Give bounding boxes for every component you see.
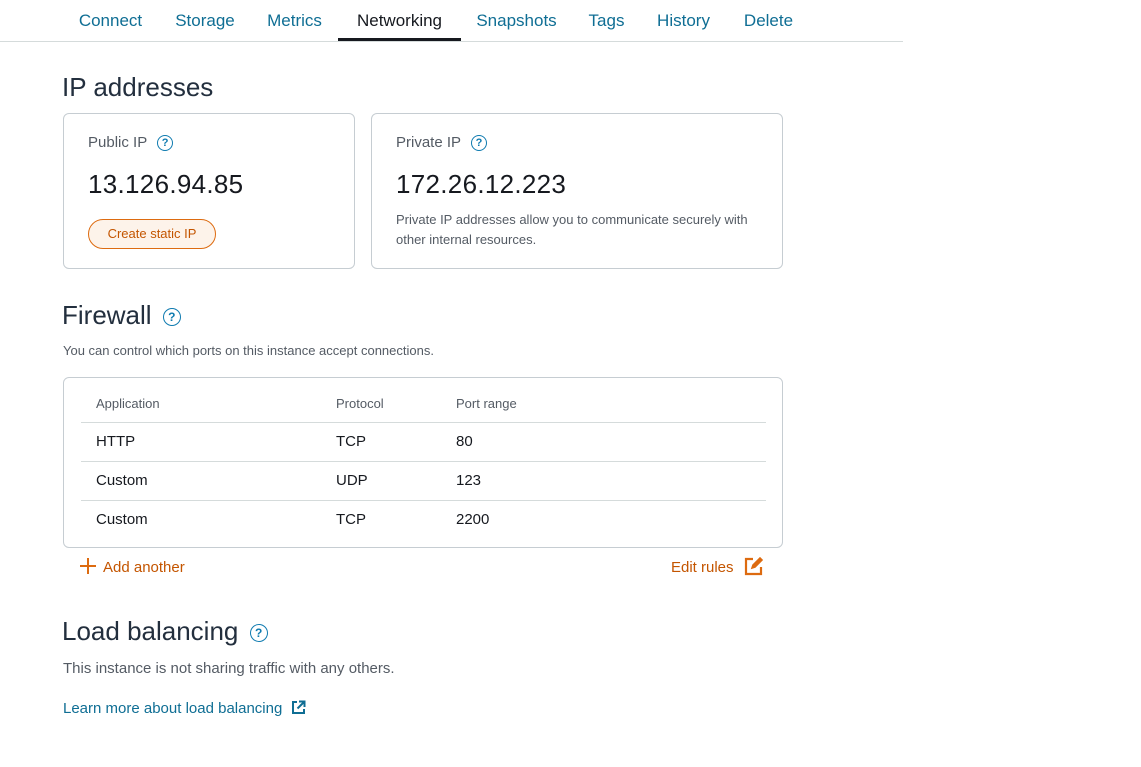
cell-port-range: 2200 xyxy=(456,511,490,528)
external-link-icon xyxy=(291,700,305,714)
firewall-description: You can control which ports on this inst… xyxy=(63,343,434,358)
help-circle-icon[interactable]: ? xyxy=(162,308,181,327)
private-ip-value: 172.26.12.223 xyxy=(396,169,567,199)
public-ip-label: Public IP ? xyxy=(88,134,174,152)
cell-application: Custom xyxy=(96,472,148,489)
edit-rules-button[interactable]: Edit rules xyxy=(671,556,763,576)
tab-connect[interactable]: Connect xyxy=(70,0,151,40)
tab-bar: Connect Storage Metrics Networking Snaps… xyxy=(0,0,903,42)
cell-port-range: 80 xyxy=(456,433,473,450)
tab-networking[interactable]: Networking xyxy=(338,0,461,41)
tab-delete[interactable]: Delete xyxy=(733,0,804,40)
plus-icon xyxy=(80,558,96,574)
learn-more-label: Learn more about load balancing xyxy=(63,700,283,717)
table-row: Custom UDP 123 xyxy=(81,461,766,500)
cell-protocol: TCP xyxy=(336,511,366,528)
column-header-port-range: Port range xyxy=(456,396,517,411)
public-ip-card: Public IP ? 13.126.94.85 Create static I… xyxy=(63,113,355,269)
help-circle-icon[interactable]: ? xyxy=(249,624,268,643)
cell-application: HTTP xyxy=(96,433,136,450)
table-row: HTTP TCP 80 xyxy=(81,422,766,461)
tab-storage[interactable]: Storage xyxy=(164,0,246,40)
private-ip-label-text: Private IP xyxy=(396,134,461,151)
edit-rules-label: Edit rules xyxy=(671,559,734,576)
tab-snapshots[interactable]: Snapshots xyxy=(466,0,567,40)
cell-protocol: UDP xyxy=(336,472,368,489)
help-circle-icon[interactable]: ? xyxy=(157,135,174,152)
cell-port-range: 123 xyxy=(456,472,482,489)
private-ip-note: Private IP addresses allow you to commun… xyxy=(396,212,748,247)
add-another-button[interactable]: Add another xyxy=(79,557,185,576)
private-ip-card: Private IP ? 172.26.12.223 Private IP ad… xyxy=(371,113,783,269)
firewall-table: Application Protocol Port range HTTP TCP… xyxy=(63,377,783,548)
public-ip-label-text: Public IP xyxy=(88,134,147,151)
load-balancing-description: This instance is not sharing traffic wit… xyxy=(63,660,395,677)
tab-tags[interactable]: Tags xyxy=(578,0,635,40)
public-ip-value: 13.126.94.85 xyxy=(88,169,244,199)
table-row: Custom TCP 2200 xyxy=(81,500,766,539)
create-static-ip-button[interactable]: Create static IP xyxy=(88,219,216,249)
load-balancing-title: Load balancing xyxy=(62,616,239,646)
cell-application: Custom xyxy=(96,511,148,528)
column-header-protocol: Protocol xyxy=(336,396,384,411)
learn-more-load-balancing-link[interactable]: Learn more about load balancing xyxy=(63,700,306,717)
edit-icon xyxy=(744,556,763,576)
cell-protocol: TCP xyxy=(336,433,366,450)
ip-addresses-heading: IP addresses xyxy=(62,72,214,102)
load-balancing-heading: Load balancing ? xyxy=(62,616,268,647)
private-ip-label: Private IP ? xyxy=(396,134,487,152)
add-another-label: Add another xyxy=(103,559,185,576)
tab-history[interactable]: History xyxy=(645,0,722,40)
firewall-heading: Firewall ? xyxy=(62,300,181,331)
column-header-application: Application xyxy=(96,396,160,411)
tab-metrics[interactable]: Metrics xyxy=(256,0,333,40)
firewall-title: Firewall xyxy=(62,300,152,330)
help-circle-icon[interactable]: ? xyxy=(470,135,487,152)
